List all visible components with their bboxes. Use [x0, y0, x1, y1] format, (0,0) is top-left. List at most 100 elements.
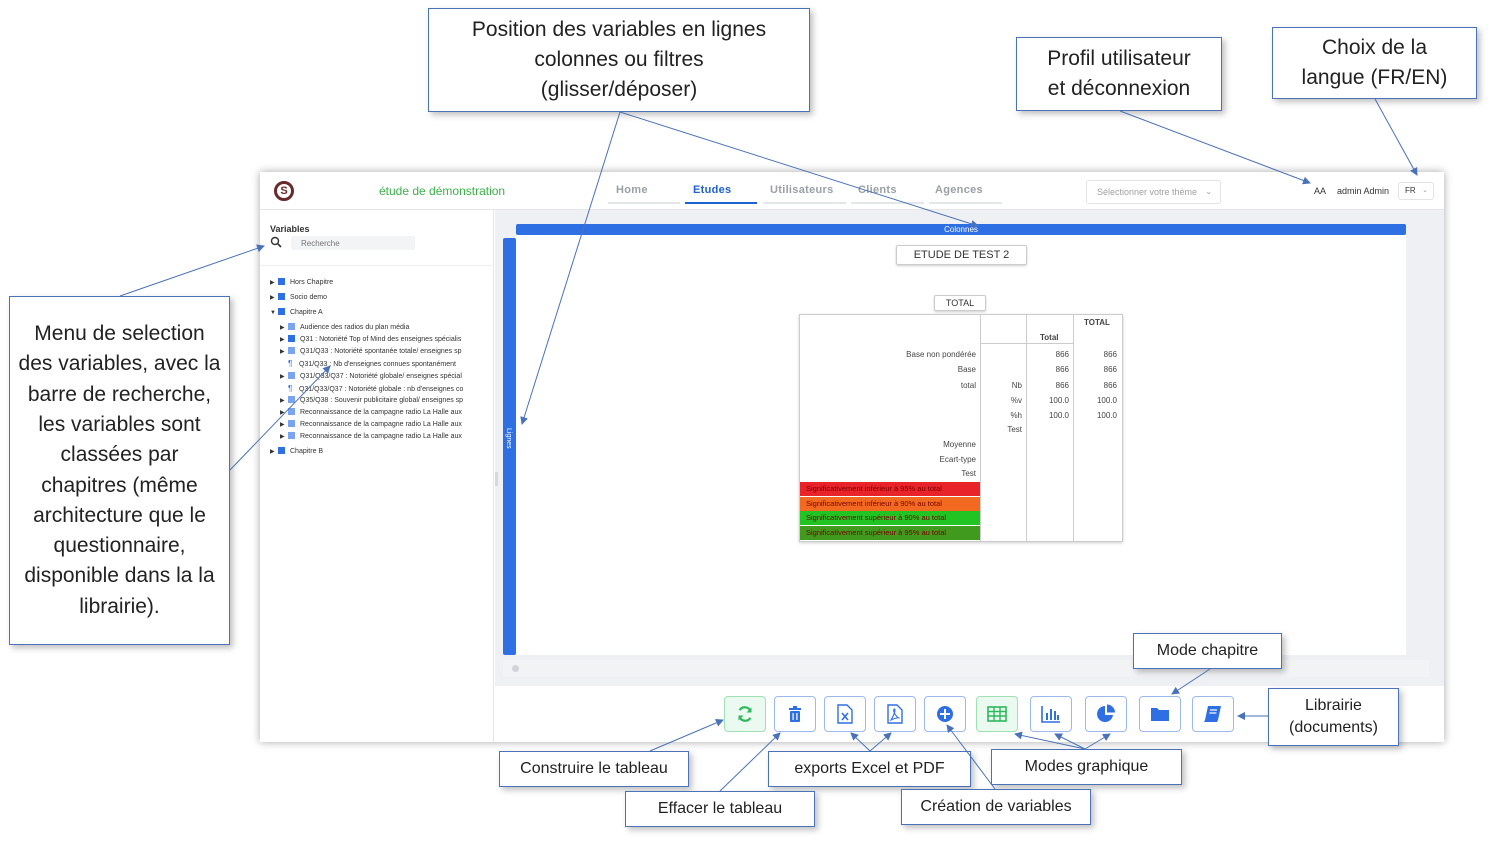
caret-right-icon[interactable]: ▶	[270, 448, 278, 455]
tree-item-variable[interactable]: ¶ Q31/Q33 : Nb d'enseignes connues sponta…	[288, 359, 490, 371]
search-icon[interactable]	[270, 236, 282, 248]
callout-chapter-mode: Mode chapitre	[1133, 633, 1282, 669]
tree-item-variable[interactable]: ¶ Q31/Q33/Q37 : Notoriété globale : nb d'…	[288, 384, 490, 396]
tree-item-socio-demo[interactable]: ▶ Socio demo	[270, 293, 490, 305]
variable-icon	[288, 396, 295, 403]
export-pdf-button[interactable]	[874, 696, 916, 732]
tree-item-label: Q31 : Notoriété Top of Mind des enseigne…	[300, 336, 462, 343]
tree-item-variable[interactable]: ▶ Reconnaissance de la campagne radio La …	[280, 432, 490, 444]
library-button[interactable]	[1192, 696, 1234, 732]
bar-chart-mode-button[interactable]	[1030, 696, 1072, 732]
trash-icon	[789, 706, 801, 722]
caret-right-icon[interactable]: ▶	[280, 433, 288, 440]
tree-item-chapitre-a[interactable]: ▼ Chapitre A	[270, 308, 490, 320]
nav-etudes[interactable]: Etudes	[693, 184, 731, 196]
caret-right-icon[interactable]: ▶	[280, 348, 288, 355]
filter-tag-total[interactable]: TOTAL	[934, 295, 986, 311]
caret-right-icon[interactable]: ▶	[280, 324, 288, 331]
nav-clients[interactable]: Clients	[858, 184, 897, 196]
row-label: Base	[957, 365, 976, 374]
variable-icon	[288, 432, 295, 439]
search-input[interactable]	[291, 236, 415, 250]
cell-value: 866	[1055, 350, 1069, 359]
pie-chart-mode-button[interactable]	[1085, 696, 1127, 732]
tree-item-label: Q31/Q33 : Nb d'enseignes connues spontan…	[299, 361, 456, 368]
caret-right-icon[interactable]: ▶	[280, 421, 288, 428]
callout-positions: Position des variables en lignes colonne…	[428, 8, 810, 112]
language-select[interactable]: FR ⌄	[1398, 182, 1434, 200]
tree-item-label: Q35/Q38 : Souvenir publicitaire global/ …	[300, 397, 464, 404]
nav-home-underline	[608, 202, 680, 204]
caret-right-icon[interactable]: ▶	[270, 294, 278, 301]
pdf-icon	[887, 704, 903, 724]
results-table: TOTAL Total Base non pondérée 866 866 Ba…	[799, 314, 1123, 542]
tree-item-chapitre-b[interactable]: ▶ Chapitre B	[270, 447, 490, 459]
tree-item-label: Q31/Q33/Q37 : Notoriété globale : nb d'e…	[299, 386, 464, 393]
tree-item-variable[interactable]: ▶ Q31/Q33 : Notoriété spontanée totale/ e…	[280, 347, 490, 359]
header-group-total: TOTAL	[1084, 318, 1110, 327]
row-label: Moyenne	[943, 440, 976, 449]
sidebar-title: Variables	[270, 224, 310, 234]
chapter-mode-button[interactable]	[1139, 696, 1181, 732]
create-variable-button[interactable]	[924, 696, 966, 732]
caret-right-icon[interactable]: ▶	[280, 373, 288, 380]
cell-value: 100.0	[1096, 396, 1117, 405]
app-logo[interactable]: S	[274, 181, 294, 201]
tree-item-label: Reconnaissance de la campagne radio La H…	[300, 409, 462, 416]
sidebar-divider	[260, 265, 494, 266]
cell-value: 100.0	[1096, 411, 1117, 420]
caret-right-icon[interactable]: ▶	[270, 279, 278, 286]
table-mode-button[interactable]	[976, 696, 1018, 732]
top-bar: S étude de démonstration Home Etudes Uti…	[260, 172, 1444, 210]
table-divider	[1073, 315, 1074, 541]
variables-sidebar: Variables ▶ Hors Chapitre ▶ Socio demo ▼ Ch…	[260, 210, 494, 742]
bar-chart-icon	[1041, 706, 1060, 723]
table-canvas: ETUDE DE TEST 2 TOTAL TOTAL Total Base n…	[516, 235, 1406, 655]
caret-right-icon[interactable]: ▶	[280, 336, 288, 343]
columns-drop-zone[interactable]: Colonnes	[516, 224, 1406, 235]
theme-select[interactable]: Sélectionner votre thème ⌄	[1086, 180, 1221, 204]
tree-item-label: Q31/Q33 : Notoriété spontanée totale/ en…	[300, 348, 462, 355]
caret-down-icon[interactable]: ▼	[270, 310, 278, 316]
callout-create-variables: Création de variables	[901, 789, 1091, 825]
nav-agences[interactable]: Agences	[935, 184, 983, 196]
tree-item-variable[interactable]: ▶ Reconnaissance de la campagne radio La …	[280, 420, 490, 432]
legend-row: Significativement supérieur à 90% au tot…	[800, 511, 980, 525]
export-excel-button[interactable]	[824, 696, 866, 732]
rows-drop-zone[interactable]: Lignes	[503, 238, 516, 655]
nav-agences-underline	[929, 202, 1002, 204]
folder-square-icon	[278, 447, 285, 454]
font-size-toggle[interactable]: AA	[1314, 186, 1326, 196]
tree-item-hors-chapitre[interactable]: ▶ Hors Chapitre	[270, 278, 490, 290]
callout-build: Construire le tableau	[499, 751, 689, 787]
nav-etudes-underline	[685, 202, 757, 204]
nav-home[interactable]: Home	[616, 184, 648, 196]
build-table-button[interactable]	[724, 696, 766, 732]
tree-item-variable[interactable]: ▶ Q35/Q38 : Souvenir publicitaire global/…	[280, 396, 490, 408]
book-icon	[1204, 706, 1221, 722]
user-menu[interactable]: admin Admin	[1337, 186, 1389, 196]
horizontal-scrollbar[interactable]	[503, 660, 1429, 677]
chevron-down-icon: ⌄	[1422, 187, 1428, 194]
tree-item-variable[interactable]: ▶ Audience des radios du plan média	[280, 323, 490, 335]
tree-item-label: Chapitre A	[290, 309, 323, 316]
folder-square-icon	[278, 308, 285, 315]
tree-item-variable[interactable]: ▶ Q31/Q33/Q37 : Notoriété globale/ enseig…	[280, 372, 490, 384]
table-divider	[980, 315, 981, 541]
study-name-badge: ETUDE DE TEST 2	[896, 245, 1027, 265]
callout-menu: Menu de selection des variables, avec la…	[9, 296, 230, 645]
legend-row: Significativement supérieur à 95% au tot…	[800, 525, 980, 540]
refresh-icon	[738, 706, 752, 722]
nav-utilisateurs[interactable]: Utilisateurs	[770, 184, 834, 196]
tree-item-variable[interactable]: ▶ Q31 : Notoriété Top of Mind des enseign…	[280, 335, 490, 347]
tree-item-variable[interactable]: ▶ Reconnaissance de la campagne radio La …	[280, 408, 490, 420]
callout-erase: Effacer le tableau	[625, 791, 815, 827]
caret-right-icon[interactable]: ▶	[280, 409, 288, 416]
nav-clients-underline	[851, 202, 924, 204]
callout-exports: exports Excel et PDF	[768, 751, 971, 787]
scroll-handle[interactable]	[512, 665, 519, 672]
caret-right-icon[interactable]: ▶	[280, 397, 288, 404]
clear-table-button[interactable]	[774, 696, 816, 732]
sidebar-resize-handle[interactable]	[495, 472, 498, 486]
cell-value: 100.0	[1048, 396, 1069, 405]
